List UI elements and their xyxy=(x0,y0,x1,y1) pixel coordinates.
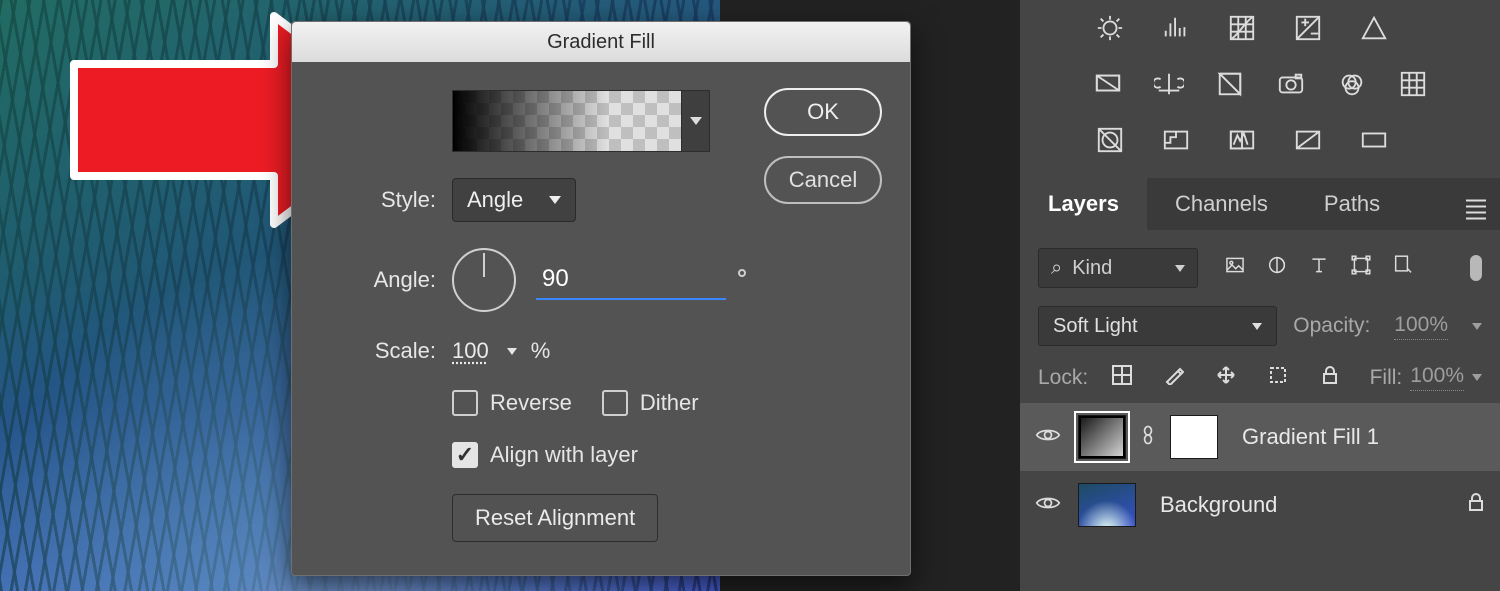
gradient-picker[interactable] xyxy=(452,90,710,152)
layer-thumbnail[interactable] xyxy=(1078,415,1126,459)
lock-icon[interactable] xyxy=(1466,492,1486,518)
panel-menu-icon[interactable] xyxy=(1466,189,1486,220)
vibrance-icon[interactable] xyxy=(1356,10,1392,46)
dialog-titlebar[interactable]: Gradient Fill xyxy=(292,22,910,62)
filter-adjustment-icon[interactable] xyxy=(1266,254,1288,282)
blend-mode-value: Soft Light xyxy=(1053,315,1138,338)
tab-channels[interactable]: Channels xyxy=(1147,178,1296,230)
layer-row[interactable]: Gradient Fill 1 xyxy=(1020,403,1500,471)
layer-list: Gradient Fill 1 Background xyxy=(1020,403,1500,539)
lock-transparency-icon[interactable] xyxy=(1112,365,1132,391)
visibility-toggle[interactable] xyxy=(1034,492,1062,518)
color-lookup-icon[interactable] xyxy=(1397,66,1428,102)
lock-artboard-icon[interactable] xyxy=(1268,365,1288,391)
lock-position-icon[interactable] xyxy=(1216,365,1236,391)
adjustments-grid xyxy=(1020,0,1500,168)
panel-tabs: Layers Channels Paths xyxy=(1020,178,1500,230)
style-value: Angle xyxy=(467,187,523,213)
angle-label: Angle: xyxy=(324,267,436,293)
posterize-icon[interactable] xyxy=(1158,122,1194,158)
gradient-fill-dialog: Gradient Fill OK Cancel Style: Angle Ang… xyxy=(291,21,911,576)
visibility-toggle[interactable] xyxy=(1034,424,1062,450)
tab-paths[interactable]: Paths xyxy=(1296,178,1408,230)
layer-name[interactable]: Background xyxy=(1160,492,1277,518)
chevron-down-icon xyxy=(690,117,702,125)
fill-label: Fill: xyxy=(1370,366,1403,390)
reverse-label: Reverse xyxy=(490,390,572,416)
filter-shape-icon[interactable] xyxy=(1350,254,1372,282)
layer-name[interactable]: Gradient Fill 1 xyxy=(1242,424,1379,450)
black-white-icon[interactable] xyxy=(1214,66,1245,102)
blend-mode-select[interactable]: Soft Light xyxy=(1038,306,1277,346)
search-icon: ⌕ xyxy=(1051,257,1062,280)
align-checkbox[interactable]: ✓ xyxy=(452,442,478,468)
reverse-checkbox[interactable] xyxy=(452,390,478,416)
color-balance-icon[interactable] xyxy=(1153,66,1184,102)
panels-rail: Layers Channels Paths ⌕ Kind Sof xyxy=(1020,0,1500,591)
angle-dial[interactable] xyxy=(452,248,516,312)
degree-icon xyxy=(738,269,746,277)
filter-kind-value: Kind xyxy=(1072,257,1112,280)
brightness-contrast-icon[interactable] xyxy=(1092,10,1128,46)
curves-icon[interactable] xyxy=(1224,10,1260,46)
filter-smart-icon[interactable] xyxy=(1392,254,1414,282)
filter-pixel-icon[interactable] xyxy=(1224,254,1246,282)
hue-saturation-icon[interactable] xyxy=(1092,66,1123,102)
opacity-value[interactable]: 100% xyxy=(1394,313,1448,340)
channel-mixer-icon[interactable] xyxy=(1336,66,1367,102)
levels-icon[interactable] xyxy=(1158,10,1194,46)
filter-type-icon[interactable] xyxy=(1308,254,1330,282)
layer-thumbnail[interactable] xyxy=(1078,483,1136,527)
chevron-down-icon xyxy=(1252,323,1262,330)
mask-link-icon[interactable] xyxy=(1142,425,1154,450)
ok-button[interactable]: OK xyxy=(764,88,882,136)
chevron-down-icon[interactable] xyxy=(1472,374,1482,381)
scale-label: Scale: xyxy=(324,338,436,364)
scale-unit: % xyxy=(531,338,551,364)
dither-checkbox[interactable] xyxy=(602,390,628,416)
scale-value[interactable]: 100 xyxy=(452,338,489,364)
invert-icon[interactable] xyxy=(1092,122,1128,158)
reset-alignment-button[interactable]: Reset Alignment xyxy=(452,494,658,542)
chevron-down-icon xyxy=(1175,265,1185,272)
threshold-icon[interactable] xyxy=(1224,122,1260,158)
exposure-icon[interactable] xyxy=(1290,10,1326,46)
opacity-label: Opacity: xyxy=(1293,314,1370,338)
gradient-map-icon[interactable] xyxy=(1356,122,1392,158)
selective-color-icon[interactable] xyxy=(1290,122,1326,158)
filter-toggle[interactable] xyxy=(1470,255,1482,281)
dither-label: Dither xyxy=(640,390,699,416)
layer-row[interactable]: Background xyxy=(1020,471,1500,539)
chevron-down-icon xyxy=(549,196,561,204)
fill-value[interactable]: 100% xyxy=(1410,364,1464,391)
align-label: Align with layer xyxy=(490,442,638,468)
tab-layers[interactable]: Layers xyxy=(1020,178,1147,230)
photo-filter-icon[interactable] xyxy=(1275,66,1306,102)
chevron-down-icon[interactable] xyxy=(1472,323,1482,330)
cancel-button[interactable]: Cancel xyxy=(764,156,882,204)
gradient-swatch[interactable] xyxy=(453,91,681,151)
chevron-down-icon[interactable] xyxy=(507,348,517,355)
style-label: Style: xyxy=(324,187,436,213)
dialog-title: Gradient Fill xyxy=(547,31,655,54)
style-select[interactable]: Angle xyxy=(452,178,576,222)
angle-input[interactable] xyxy=(536,260,726,300)
layer-filter-select[interactable]: ⌕ Kind xyxy=(1038,248,1198,288)
layer-mask-thumbnail[interactable] xyxy=(1170,415,1218,459)
lock-label: Lock: xyxy=(1038,366,1088,390)
lock-pixels-icon[interactable] xyxy=(1164,365,1184,391)
gradient-dropdown-caret[interactable] xyxy=(681,91,709,151)
lock-all-icon[interactable] xyxy=(1320,365,1340,391)
